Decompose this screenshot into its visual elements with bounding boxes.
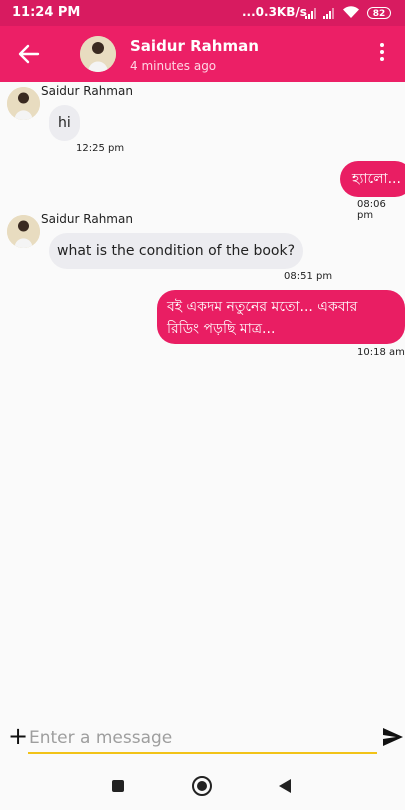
sender-name: Saidur Rahman — [41, 84, 133, 98]
message-text: hi — [58, 115, 71, 131]
app-bar: Saidur Rahman 4 minutes ago — [0, 26, 405, 82]
wifi-icon — [343, 6, 359, 18]
message-time: 08:51 pm — [284, 271, 333, 282]
last-seen-status: 4 minutes ago — [130, 59, 217, 73]
status-time: 11:24 PM — [12, 5, 81, 20]
recent-apps-icon[interactable] — [112, 780, 124, 792]
message-bubble-outgoing[interactable]: বই একদম নতুনের মতো... একবার রিডিং পড়ছি … — [157, 290, 405, 344]
message-text: হ্যালো... — [352, 171, 401, 187]
home-icon[interactable] — [192, 776, 212, 796]
system-nav-bar — [0, 763, 405, 810]
status-bar: 11:24 PM ...0.3KB/s 82 — [0, 0, 405, 26]
message-text-line: রিডিং পড়ছি মাত্র... — [167, 321, 276, 337]
send-icon[interactable] — [382, 726, 404, 748]
message-text-line: বই একদম নতুনের মতো... একবার — [167, 299, 358, 315]
message-text: what is the condition of the book? — [57, 243, 296, 259]
signal-icon — [305, 7, 319, 19]
arrow-left-icon[interactable] — [16, 41, 42, 67]
signal-icon — [323, 7, 337, 19]
network-speed: ...0.3KB/s — [242, 5, 307, 19]
more-vert-icon[interactable] — [374, 43, 390, 65]
message-bubble-outgoing[interactable]: হ্যালো... — [340, 161, 405, 197]
message-time: 10:18 am — [357, 347, 405, 358]
avatar[interactable] — [80, 36, 116, 72]
message-composer: + — [0, 722, 405, 756]
sender-name: Saidur Rahman — [41, 212, 133, 226]
battery-icon: 82 — [367, 7, 391, 19]
message-input[interactable] — [28, 724, 377, 754]
contact-name[interactable]: Saidur Rahman — [130, 37, 259, 55]
nav-back-icon[interactable] — [279, 779, 291, 793]
battery-level: 82 — [372, 9, 386, 19]
message-bubble-incoming[interactable]: what is the condition of the book? — [49, 233, 304, 269]
message-time: 08:06 pm — [357, 199, 386, 221]
avatar[interactable] — [7, 215, 40, 248]
add-attachment-button[interactable]: + — [8, 724, 28, 748]
message-bubble-incoming[interactable]: hi — [49, 105, 80, 141]
message-time: 12:25 pm — [76, 143, 125, 154]
avatar[interactable] — [7, 87, 40, 120]
